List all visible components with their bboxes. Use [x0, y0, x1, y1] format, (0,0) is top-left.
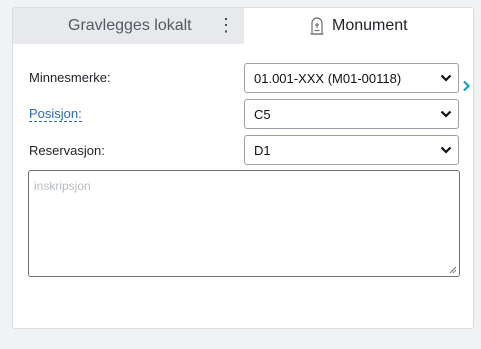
minnesmerke-label: Minnesmerke: [29, 70, 111, 85]
posisjon-select[interactable]: C5 [244, 99, 459, 129]
resize-grip-icon[interactable] [449, 266, 457, 274]
tab-gravlegges-lokalt-label: Gravlegges lokalt [68, 17, 192, 34]
monument-panel: Gravlegges lokalt ⋮ Monument Minnesmerke… [12, 7, 474, 329]
tab-monument-label: Monument [332, 17, 408, 34]
gravestone-icon [310, 17, 324, 35]
reservasjon-select[interactable]: D1 [244, 135, 459, 165]
posisjon-value: C5 [254, 107, 271, 122]
inskripsjon-textarea[interactable]: inskripsjon [28, 170, 460, 277]
inskripsjon-placeholder: inskripsjon [34, 179, 91, 193]
chevron-down-icon [440, 110, 452, 118]
tab-gravlegges-lokalt[interactable]: Gravlegges lokalt ⋮ [13, 8, 244, 44]
reservasjon-label: Reservasjon: [29, 143, 105, 158]
chevron-down-icon [440, 74, 452, 82]
chevron-right-icon[interactable] [462, 80, 470, 92]
chevron-down-icon [440, 146, 452, 154]
minnesmerke-select[interactable]: 01.001-XXX (M01-00118) [244, 63, 459, 93]
tab-monument[interactable]: Monument [244, 8, 473, 44]
kebab-menu-icon[interactable]: ⋮ [217, 16, 235, 36]
posisjon-link[interactable]: Posisjon: [29, 107, 82, 122]
tab-bar: Gravlegges lokalt ⋮ Monument [13, 8, 473, 44]
reservasjon-value: D1 [254, 143, 271, 158]
minnesmerke-value: 01.001-XXX (M01-00118) [254, 71, 402, 86]
